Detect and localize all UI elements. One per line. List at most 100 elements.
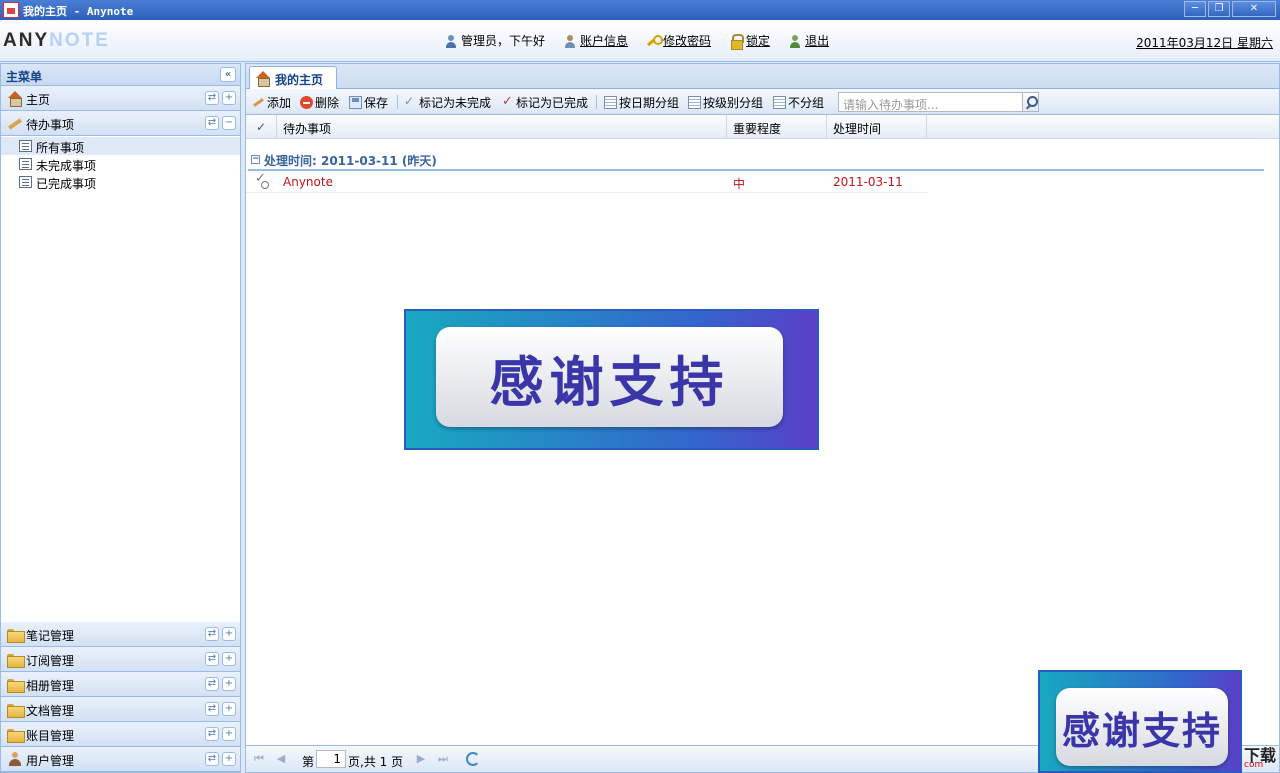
group-toggle-icon[interactable]: −	[251, 155, 260, 164]
grid-icon	[688, 96, 701, 109]
watermark-small: com	[1244, 760, 1264, 770]
tab-strip: 我的主页	[246, 64, 1279, 89]
pen-icon	[7, 116, 23, 130]
todo-tree: 所有事项 未完成事项 已完成事项	[1, 136, 240, 191]
app-header: ANYNOTE 管理员，下午好 账户信息 修改密码 锁定 退出 2011年03月…	[0, 20, 1280, 62]
column-task[interactable]: 待办事项	[277, 115, 727, 139]
user-icon	[7, 752, 23, 766]
folder-icon	[7, 702, 25, 718]
refresh-icon[interactable]	[466, 752, 480, 766]
expand-icon[interactable]: +	[222, 677, 236, 691]
column-importance[interactable]: 重要程度	[727, 115, 827, 139]
sidebar-section-subscriptions[interactable]: 订阅管理 ⇄ +	[1, 647, 240, 672]
logout-icon	[788, 34, 802, 48]
folder-icon	[7, 627, 25, 643]
refresh-icon[interactable]: ⇄	[205, 627, 219, 641]
restore-button[interactable]: ❐	[1208, 1, 1230, 17]
refresh-icon[interactable]: ⇄	[205, 727, 219, 741]
grid-header: ✓ 待办事项 重要程度 处理时间	[246, 115, 1279, 139]
sidebar-section-notes[interactable]: 笔记管理 ⇄ +	[1, 622, 240, 647]
grid-icon	[773, 96, 786, 109]
tree-item-incomplete[interactable]: 未完成事项	[1, 155, 240, 173]
user-icon	[444, 34, 458, 48]
group-by-date-button[interactable]: 按日期分组	[604, 94, 679, 111]
save-icon	[349, 96, 362, 109]
sidebar-section-home[interactable]: 主页 ⇄ +	[1, 86, 240, 111]
row-time: 2011-03-11	[833, 175, 903, 189]
user-greeting: 管理员，下午好	[444, 32, 545, 49]
page-number-input[interactable]: 1	[316, 750, 346, 768]
sidebar-title: 主菜单	[6, 70, 43, 84]
expand-icon[interactable]: +	[222, 627, 236, 641]
change-password-link[interactable]: 修改密码	[646, 32, 711, 49]
sidebar: 主菜单 « 主页 ⇄ + 待办事项 ⇄ − 所有事项 未完成事项 已完成事项 笔记管…	[0, 63, 241, 773]
task-status-icon[interactable]	[255, 171, 269, 189]
key-icon	[646, 34, 664, 48]
toolbar-divider	[596, 95, 597, 109]
list-icon	[19, 140, 32, 152]
toolbar-divider	[397, 95, 398, 109]
tree-item-all[interactable]: 所有事项	[1, 137, 240, 155]
folder-icon	[7, 727, 25, 743]
check-icon	[501, 94, 514, 109]
home-icon	[7, 91, 23, 107]
list-icon	[19, 176, 32, 188]
thanks-banner-text: 感谢支持	[436, 327, 783, 427]
delete-icon	[300, 96, 313, 109]
refresh-icon[interactable]: ⇄	[205, 752, 219, 766]
sidebar-bottom-sections: 笔记管理 ⇄ + 订阅管理 ⇄ + 相册管理 ⇄ + 文档管理 ⇄ + 账目管理 ⇄ + 用户管理 ⇄…	[1, 622, 240, 772]
column-time[interactable]: 处理时间	[827, 115, 927, 139]
collapse-sidebar-button[interactable]: «	[220, 67, 236, 82]
mark-complete-button[interactable]: 标记为已完成	[501, 94, 588, 111]
grid-icon	[604, 96, 617, 109]
collapse-icon[interactable]: −	[222, 116, 236, 130]
minimize-button[interactable]: ─	[1184, 1, 1206, 17]
tab-home[interactable]: 我的主页	[249, 66, 337, 89]
prev-page-icon[interactable]: ◀	[274, 752, 288, 766]
next-page-icon[interactable]: ▶	[414, 752, 428, 766]
group-header-row[interactable]: − 处理时间: 2011-03-11 (昨天)	[248, 149, 1264, 171]
expand-icon[interactable]: +	[222, 702, 236, 716]
window-title: 我的主页 - Anynote	[23, 5, 134, 18]
last-page-icon[interactable]: ⏭	[436, 752, 450, 766]
lock-link[interactable]: 锁定	[729, 32, 770, 50]
expand-icon[interactable]: +	[222, 752, 236, 766]
sidebar-section-todo[interactable]: 待办事项 ⇄ −	[1, 111, 240, 136]
expand-icon[interactable]: +	[222, 91, 236, 105]
no-group-button[interactable]: 不分组	[773, 94, 824, 111]
close-button[interactable]: ✕	[1232, 1, 1276, 17]
table-row[interactable]: Anynote 中 2011-03-11	[246, 171, 928, 193]
sidebar-section-users[interactable]: 用户管理 ⇄ +	[1, 747, 240, 772]
mark-incomplete-button[interactable]: 标记为未完成	[404, 94, 491, 111]
home-icon	[255, 71, 271, 87]
select-all-column[interactable]: ✓	[246, 115, 277, 139]
delete-button[interactable]: 删除	[300, 94, 339, 111]
refresh-icon[interactable]: ⇄	[205, 116, 219, 130]
search-input[interactable]: 请输入待办事项...	[838, 92, 1038, 112]
logout-link[interactable]: 退出	[788, 32, 829, 49]
add-icon	[252, 96, 265, 109]
title-bar: 我的主页 - Anynote ─ ❐ ✕	[0, 0, 1280, 20]
sidebar-section-albums[interactable]: 相册管理 ⇄ +	[1, 672, 240, 697]
folder-icon	[7, 677, 25, 693]
group-label: 处理时间: 2011-03-11 (昨天)	[264, 154, 437, 168]
user-bar: 管理员，下午好 账户信息 修改密码 锁定 退出	[444, 32, 829, 50]
group-by-level-button[interactable]: 按级别分组	[688, 94, 763, 111]
sidebar-section-accounts[interactable]: 账目管理 ⇄ +	[1, 722, 240, 747]
list-icon	[19, 158, 32, 170]
account-info-link[interactable]: 账户信息	[563, 32, 628, 49]
save-button[interactable]: 保存	[349, 94, 388, 111]
add-button[interactable]: 添加	[252, 94, 291, 111]
sidebar-section-documents[interactable]: 文档管理 ⇄ +	[1, 697, 240, 722]
expand-icon[interactable]: +	[222, 727, 236, 741]
refresh-icon[interactable]: ⇄	[205, 652, 219, 666]
expand-icon[interactable]: +	[222, 652, 236, 666]
refresh-icon[interactable]: ⇄	[205, 702, 219, 716]
tree-item-complete[interactable]: 已完成事项	[1, 173, 240, 191]
account-icon	[563, 34, 577, 48]
refresh-icon[interactable]: ⇄	[205, 91, 219, 105]
refresh-icon[interactable]: ⇄	[205, 677, 219, 691]
search-icon[interactable]	[1022, 92, 1039, 112]
date-display[interactable]: 2011年03月12日 星期六	[1136, 34, 1273, 51]
first-page-icon[interactable]: ⏮	[252, 752, 266, 766]
